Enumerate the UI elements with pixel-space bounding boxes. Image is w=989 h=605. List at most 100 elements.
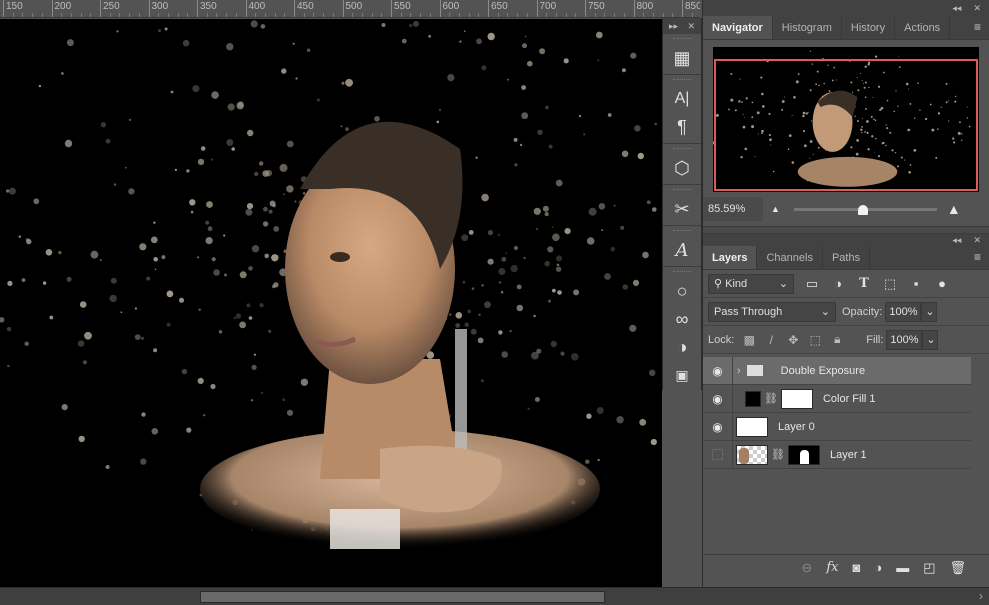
tools-icon[interactable]: ✂ bbox=[667, 195, 697, 223]
new-layer-icon[interactable]: ◰ bbox=[923, 560, 935, 576]
panel-resize-handle[interactable] bbox=[703, 226, 989, 234]
fx-icon[interactable]: fx bbox=[826, 560, 838, 575]
water-droplet bbox=[7, 280, 13, 286]
lock-label: Lock: bbox=[708, 333, 735, 346]
water-droplet bbox=[226, 139, 234, 146]
panel-menu-icon[interactable]: ≡ bbox=[974, 21, 981, 33]
scroll-right-icon[interactable]: › bbox=[979, 589, 983, 603]
layer-row-layer-0[interactable]: ◉ Layer 0 bbox=[703, 413, 971, 441]
type-filter-icon[interactable]: T bbox=[856, 276, 872, 291]
water-droplet bbox=[263, 206, 268, 212]
water-droplet bbox=[438, 108, 442, 112]
adjustments-icon[interactable]: ◑ bbox=[667, 333, 697, 361]
paragraph-icon[interactable]: ¶ bbox=[667, 113, 697, 141]
filter-kind-dropdown[interactable]: ⚲ Kind ⌄ bbox=[708, 273, 794, 294]
link-chain-icon[interactable]: ⛓ bbox=[771, 448, 785, 461]
grid-icon[interactable]: ▦ bbox=[667, 44, 697, 72]
character-icon[interactable]: A| bbox=[667, 85, 697, 113]
water-droplet bbox=[273, 226, 280, 232]
close-dock-icon[interactable]: ✕ bbox=[687, 21, 695, 32]
fill-color-thumbnail[interactable] bbox=[745, 390, 761, 407]
water-droplet bbox=[77, 340, 85, 347]
layer-mask-thumbnail[interactable] bbox=[787, 444, 820, 465]
tab-navigator[interactable]: Navigator bbox=[703, 16, 773, 39]
zoom-in-icon[interactable]: ▲ bbox=[947, 201, 961, 217]
collapse-icon-2[interactable]: ◂◂ bbox=[952, 235, 961, 246]
delete-icon[interactable]: 🗑︎ bbox=[949, 560, 966, 576]
lock-transparent-pixels-icon[interactable]: ▩ bbox=[742, 333, 756, 347]
close-panel-icon-2[interactable]: ✕ bbox=[973, 235, 981, 246]
tab-paths[interactable]: Paths bbox=[823, 246, 871, 269]
water-droplet bbox=[487, 230, 493, 236]
water-droplet bbox=[286, 140, 294, 148]
shape-filter-icon[interactable]: ⬚ bbox=[882, 276, 898, 292]
tab-actions[interactable]: Actions bbox=[895, 16, 951, 39]
creative-cloud-icon[interactable]: ∞ bbox=[667, 305, 697, 333]
fill-dropdown[interactable]: ⌄ bbox=[922, 329, 939, 350]
layer-row-double-exposure[interactable]: ◉ › Double Exposure bbox=[703, 357, 971, 385]
lightbulb-icon[interactable]: ○ bbox=[667, 277, 697, 305]
zoom-slider-knob[interactable] bbox=[857, 204, 868, 215]
ruler-minor-tick bbox=[41, 13, 43, 17]
water-droplet bbox=[49, 315, 54, 320]
horizontal-scrollbar[interactable]: › bbox=[0, 587, 989, 605]
link-layers-icon[interactable]: ⊖ bbox=[801, 560, 812, 576]
water-droplet bbox=[637, 152, 644, 160]
zoom-level-field[interactable]: 85.59% bbox=[703, 197, 763, 221]
ruler-minor-tick bbox=[12, 13, 14, 17]
zoom-slider[interactable] bbox=[793, 204, 937, 215]
new-group-icon[interactable]: ▬ bbox=[896, 560, 909, 575]
fill-field[interactable]: 100% bbox=[886, 329, 923, 350]
tab-layers[interactable]: Layers bbox=[703, 246, 758, 269]
libraries-icon[interactable]: ▣ bbox=[667, 361, 697, 389]
glyphs-icon[interactable]: A bbox=[667, 236, 697, 264]
water-droplet bbox=[650, 438, 657, 446]
water-droplet bbox=[519, 143, 523, 147]
layers-menu-icon[interactable]: ≡ bbox=[974, 251, 981, 263]
visibility-eye-icon[interactable]: ◉ bbox=[703, 357, 733, 384]
visibility-eye-icon[interactable]: ◉ bbox=[703, 385, 733, 412]
adjustment-filter-icon[interactable]: ◑ bbox=[830, 276, 846, 291]
layer-mask-thumbnail[interactable] bbox=[780, 388, 813, 409]
opacity-value: 100% bbox=[889, 305, 918, 318]
tab-histogram[interactable]: Histogram bbox=[773, 16, 842, 39]
link-chain-icon[interactable]: ⛓ bbox=[764, 392, 778, 405]
scrollbar-thumb[interactable] bbox=[200, 591, 605, 603]
view-area-box[interactable] bbox=[714, 59, 978, 191]
expand-panels-icon[interactable]: ▸▸ bbox=[669, 21, 678, 32]
water-droplet bbox=[556, 255, 562, 262]
visibility-toggle-off[interactable] bbox=[703, 441, 733, 468]
lock-image-pixels-icon[interactable]: / bbox=[764, 333, 778, 347]
document-canvas[interactable] bbox=[0, 19, 662, 587]
visibility-eye-icon[interactable]: ◉ bbox=[703, 413, 733, 440]
layer-row-color-fill[interactable]: ◉ ⛓ Color Fill 1 bbox=[703, 385, 971, 413]
lock-all-icon[interactable]: 🔒︎ bbox=[830, 332, 844, 347]
collapse-icon[interactable]: ◂◂ bbox=[952, 3, 961, 14]
layer-thumbnail[interactable] bbox=[736, 444, 768, 465]
pixel-filter-icon[interactable]: ▭ bbox=[804, 276, 820, 292]
water-droplet bbox=[100, 122, 107, 128]
navigator-preview[interactable] bbox=[713, 47, 979, 192]
filter-toggle-icon[interactable]: ● bbox=[934, 276, 950, 291]
lock-artboard-icon[interactable]: ⬚ bbox=[808, 333, 822, 347]
blend-mode-value: Pass Through bbox=[714, 305, 783, 318]
opacity-field[interactable]: 100% bbox=[885, 301, 922, 322]
ruler-minor-tick bbox=[284, 13, 286, 17]
water-droplet bbox=[302, 192, 306, 195]
blend-mode-dropdown[interactable]: Pass Through ⌄ bbox=[708, 301, 836, 322]
water-droplet bbox=[7, 364, 10, 368]
close-panel-icon[interactable]: ✕ bbox=[973, 3, 981, 14]
zoom-out-icon[interactable]: ▲ bbox=[771, 204, 780, 214]
layer-row-layer-1[interactable]: ⛓ Layer 1 bbox=[703, 441, 971, 469]
adjustment-layer-icon[interactable]: ◑ bbox=[874, 560, 882, 575]
smart-object-filter-icon[interactable]: ▪ bbox=[908, 276, 924, 291]
layer-thumbnail[interactable] bbox=[736, 416, 768, 437]
add-mask-icon[interactable]: ◙ bbox=[852, 560, 860, 575]
lock-position-icon[interactable]: ✥ bbox=[786, 333, 800, 347]
opacity-dropdown[interactable]: ⌄ bbox=[921, 301, 938, 322]
horizontal-ruler[interactable]: 150 200 250 300 350 400 450 500 550 600 650 700 750 8… bbox=[0, 0, 700, 18]
3d-cube-icon[interactable]: ⬡ bbox=[667, 154, 697, 182]
tab-channels[interactable]: Channels bbox=[757, 246, 823, 269]
expand-group-chevron-icon[interactable]: › bbox=[737, 365, 741, 377]
tab-history[interactable]: History bbox=[842, 16, 896, 39]
